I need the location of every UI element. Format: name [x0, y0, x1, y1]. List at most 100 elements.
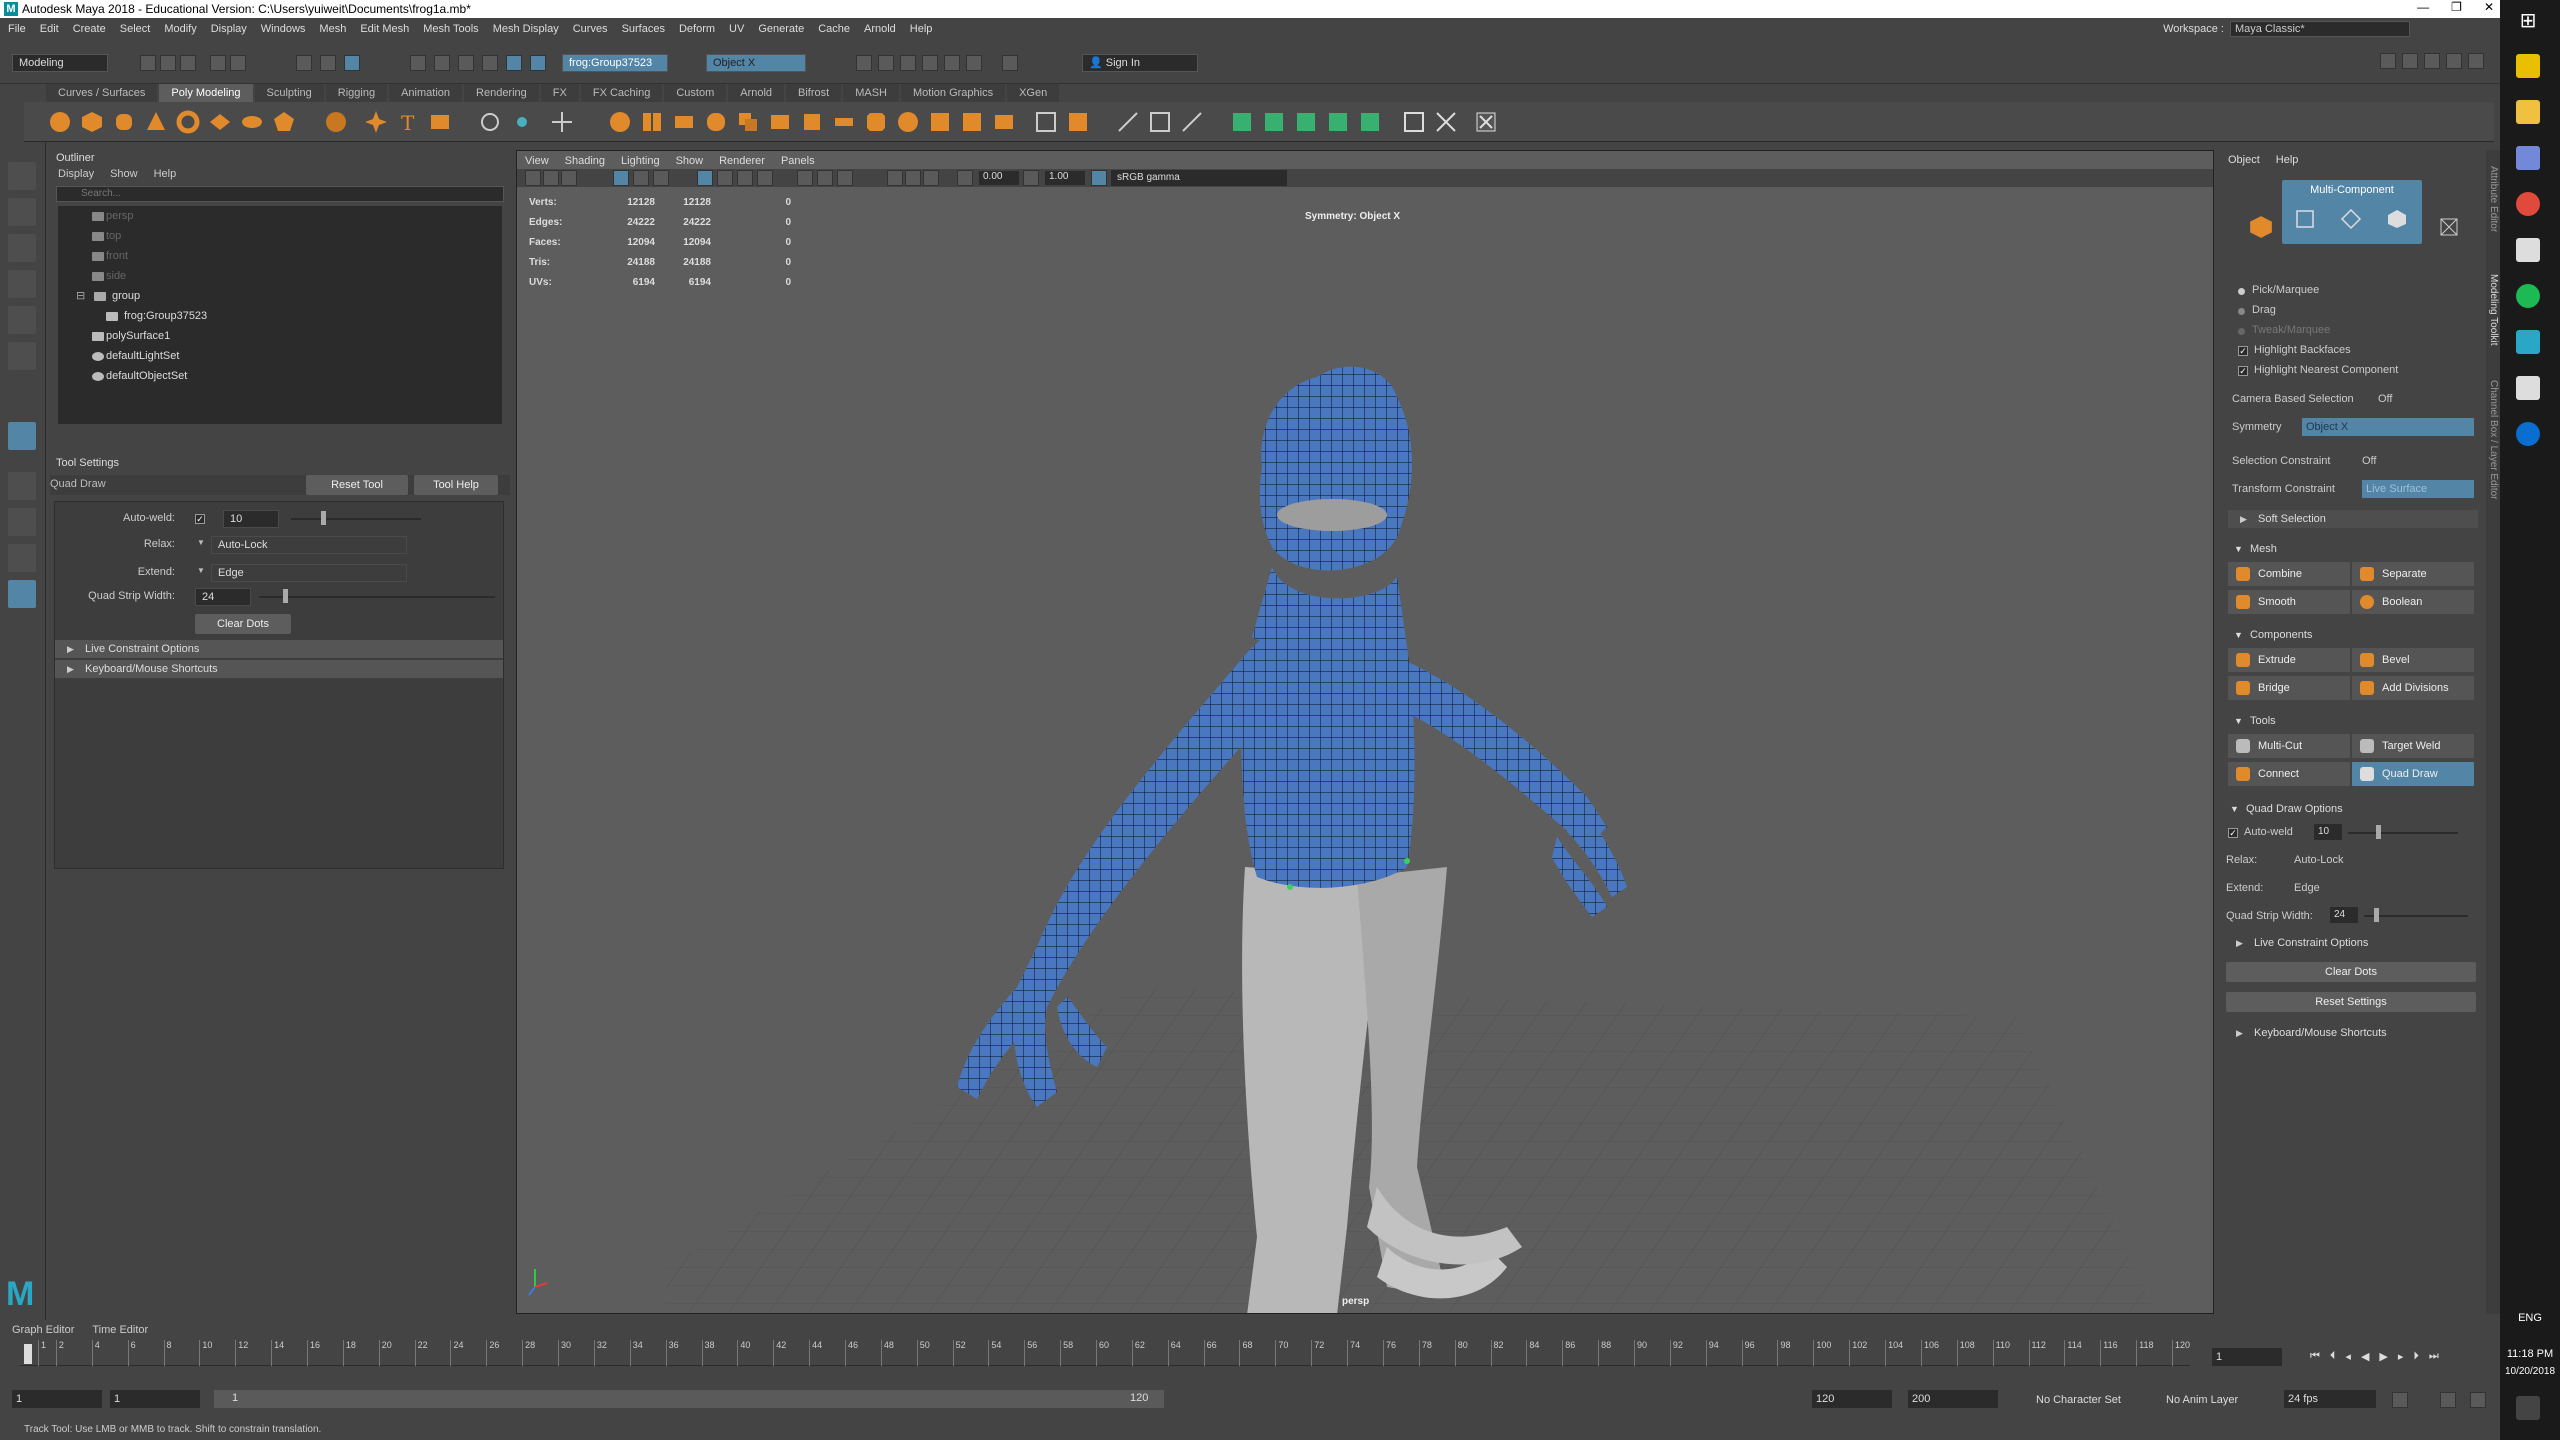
menu-windows[interactable]: Windows	[261, 23, 306, 35]
spherical-map-icon[interactable]	[1326, 110, 1350, 134]
outliner-menu-show[interactable]: Show	[110, 166, 138, 182]
append-icon[interactable]	[960, 110, 984, 134]
attribute-editor-tab[interactable]: Attribute Editor	[2486, 154, 2500, 244]
flip-edge-icon[interactable]	[1180, 110, 1204, 134]
snap-view-plane-icon[interactable]	[482, 55, 498, 71]
app-icon[interactable]	[2516, 376, 2540, 400]
arnold-render-icon[interactable]	[966, 55, 982, 71]
outliner-item[interactable]: defaultObjectSet	[58, 366, 502, 386]
menu-mesh[interactable]: Mesh	[319, 23, 346, 35]
channel-box-toggle-icon[interactable]	[2446, 53, 2462, 69]
symmetry-field[interactable]: Object X	[706, 54, 806, 72]
sticky-notes-icon[interactable]	[2516, 54, 2540, 78]
anim-layer-dropdown[interactable]: No Anim Layer	[2166, 1394, 2238, 1406]
shelf-tab-rendering[interactable]: Rendering	[464, 84, 539, 102]
live-constraint-frame[interactable]: Live Constraint Options	[2224, 934, 2474, 952]
ambient-occlusion-icon[interactable]	[797, 170, 813, 186]
menu-curves[interactable]: Curves	[573, 23, 608, 35]
uv-grid-icon[interactable]	[1402, 110, 1426, 134]
drag-radio[interactable]	[2238, 308, 2245, 315]
isolate-select-icon[interactable]	[887, 170, 903, 186]
play-forward-icon[interactable]: ▶	[2379, 1350, 2387, 1363]
shelf-tab-animation[interactable]: Animation	[389, 84, 463, 102]
playback-start-field[interactable]: 1	[110, 1390, 200, 1408]
multi-cut-icon[interactable]	[896, 110, 920, 134]
viewport-menu-view[interactable]: View	[525, 155, 549, 167]
poly-star-icon[interactable]	[364, 110, 388, 134]
time-slider[interactable]: 1 2 4 6 8 10 12 14 16 18 20 22 24 26 28 30 32 34 36 38 40 42 4…	[20, 1340, 2190, 1366]
offset-edge-loop-icon[interactable]	[1066, 110, 1090, 134]
xray-joints-icon[interactable]	[923, 170, 939, 186]
quad-strip-slider[interactable]	[2364, 915, 2468, 917]
persp-outliner-layout-icon[interactable]	[8, 544, 36, 572]
lights-icon[interactable]	[737, 170, 753, 186]
tool-help-button[interactable]: Tool Help	[414, 475, 498, 495]
outliner-item[interactable]: persp	[58, 206, 502, 226]
components-section-head[interactable]: Components	[2228, 626, 2478, 644]
poly-soccer-icon[interactable]	[324, 110, 348, 134]
toolkit-menu-help[interactable]: Help	[2276, 154, 2299, 166]
keyboard-shortcuts-frame[interactable]: Keyboard/Mouse Shortcuts	[55, 660, 503, 678]
expand-icon[interactable]: ⊟	[76, 286, 85, 306]
combine-button[interactable]: Combine	[2228, 562, 2350, 586]
range-slider[interactable]: 1 120	[214, 1390, 1164, 1408]
insert-edge-loop-icon[interactable]	[1034, 110, 1058, 134]
connect-button[interactable]: Connect	[2228, 762, 2350, 786]
bevel-icon[interactable]	[864, 110, 888, 134]
undo-icon[interactable]	[210, 55, 226, 71]
channel-box-tab[interactable]: Channel Box / Layer Editor	[2486, 370, 2500, 510]
reset-settings-button[interactable]: Reset Settings	[2226, 992, 2476, 1012]
svg-icon[interactable]	[428, 110, 452, 134]
vertex-mode-icon[interactable]	[2294, 208, 2316, 230]
perspective-viewport[interactable]: View Shading Lighting Show Renderer Pane…	[516, 150, 2214, 1314]
quad-strip-slider-handle[interactable]	[2374, 908, 2379, 922]
character-set-dropdown[interactable]: No Character Set	[2036, 1394, 2121, 1406]
paint-select-tool-icon[interactable]	[8, 234, 36, 262]
relax-dropdown[interactable]: Auto-Lock	[211, 536, 407, 554]
discord-icon[interactable]	[2516, 146, 2540, 170]
clock-date[interactable]: 10/20/2018	[2500, 1366, 2560, 1377]
auto-weld-slider[interactable]	[291, 518, 421, 520]
menu-display[interactable]: Display	[211, 23, 247, 35]
fps-dropdown[interactable]: 24 fps	[2284, 1390, 2376, 1408]
clear-dots-button[interactable]: Clear Dots	[2226, 962, 2476, 982]
poly-text-icon[interactable]: T	[396, 110, 420, 134]
start-time-field[interactable]: 1	[12, 1390, 102, 1408]
outliner-menu-help[interactable]: Help	[154, 166, 177, 182]
soft-selection-frame[interactable]: Soft Selection	[2228, 510, 2478, 528]
mirror-icon[interactable]	[768, 110, 792, 134]
cylindrical-map-icon[interactable]	[1294, 110, 1318, 134]
rotate-tool-icon[interactable]	[8, 306, 36, 334]
maximize-button[interactable]: ❐	[2451, 0, 2462, 14]
poly-plane-icon[interactable]	[208, 110, 232, 134]
camera-attributes-icon[interactable]	[543, 170, 559, 186]
current-time-marker[interactable]	[24, 1344, 32, 1364]
uv-cut-icon[interactable]	[1434, 110, 1458, 134]
four-view-layout-icon[interactable]	[8, 508, 36, 536]
select-camera-icon[interactable]	[525, 170, 541, 186]
uv-unfold-icon[interactable]	[1474, 110, 1498, 134]
step-back-key-icon[interactable]: ⏴	[2330, 1350, 2336, 1363]
uv-mode-icon[interactable]	[2438, 216, 2460, 238]
action-center-icon[interactable]	[2516, 1396, 2540, 1420]
spotify-icon[interactable]	[2516, 284, 2540, 308]
steam-icon[interactable]	[2516, 238, 2540, 262]
auto-key-icon[interactable]	[2440, 1392, 2456, 1408]
open-scene-icon[interactable]	[160, 55, 176, 71]
menu-modify[interactable]: Modify	[164, 23, 196, 35]
reset-tool-button[interactable]: Reset Tool	[306, 475, 408, 495]
wedge-icon[interactable]	[992, 110, 1016, 134]
selection-constraint-dropdown[interactable]: Off	[2362, 455, 2376, 467]
attribute-editor-toggle-icon[interactable]	[2402, 53, 2418, 69]
quad-draw-options-head[interactable]: Quad Draw Options	[2224, 800, 2474, 818]
xray-icon[interactable]	[905, 170, 921, 186]
multi-cut-button[interactable]: Multi-Cut	[2228, 734, 2350, 758]
sign-in-button[interactable]: 👤 Sign In	[1082, 54, 1198, 72]
viewport-menu-show[interactable]: Show	[676, 155, 704, 167]
quad-strip-slider-handle[interactable]	[283, 589, 288, 603]
poly-cylinder-icon[interactable]	[112, 110, 136, 134]
snap-live-icon[interactable]	[530, 55, 546, 71]
color-management-icon[interactable]	[1091, 170, 1107, 186]
shelf-tab-rigging[interactable]: Rigging	[325, 84, 388, 102]
auto-weld-field[interactable]: 10	[223, 510, 279, 528]
